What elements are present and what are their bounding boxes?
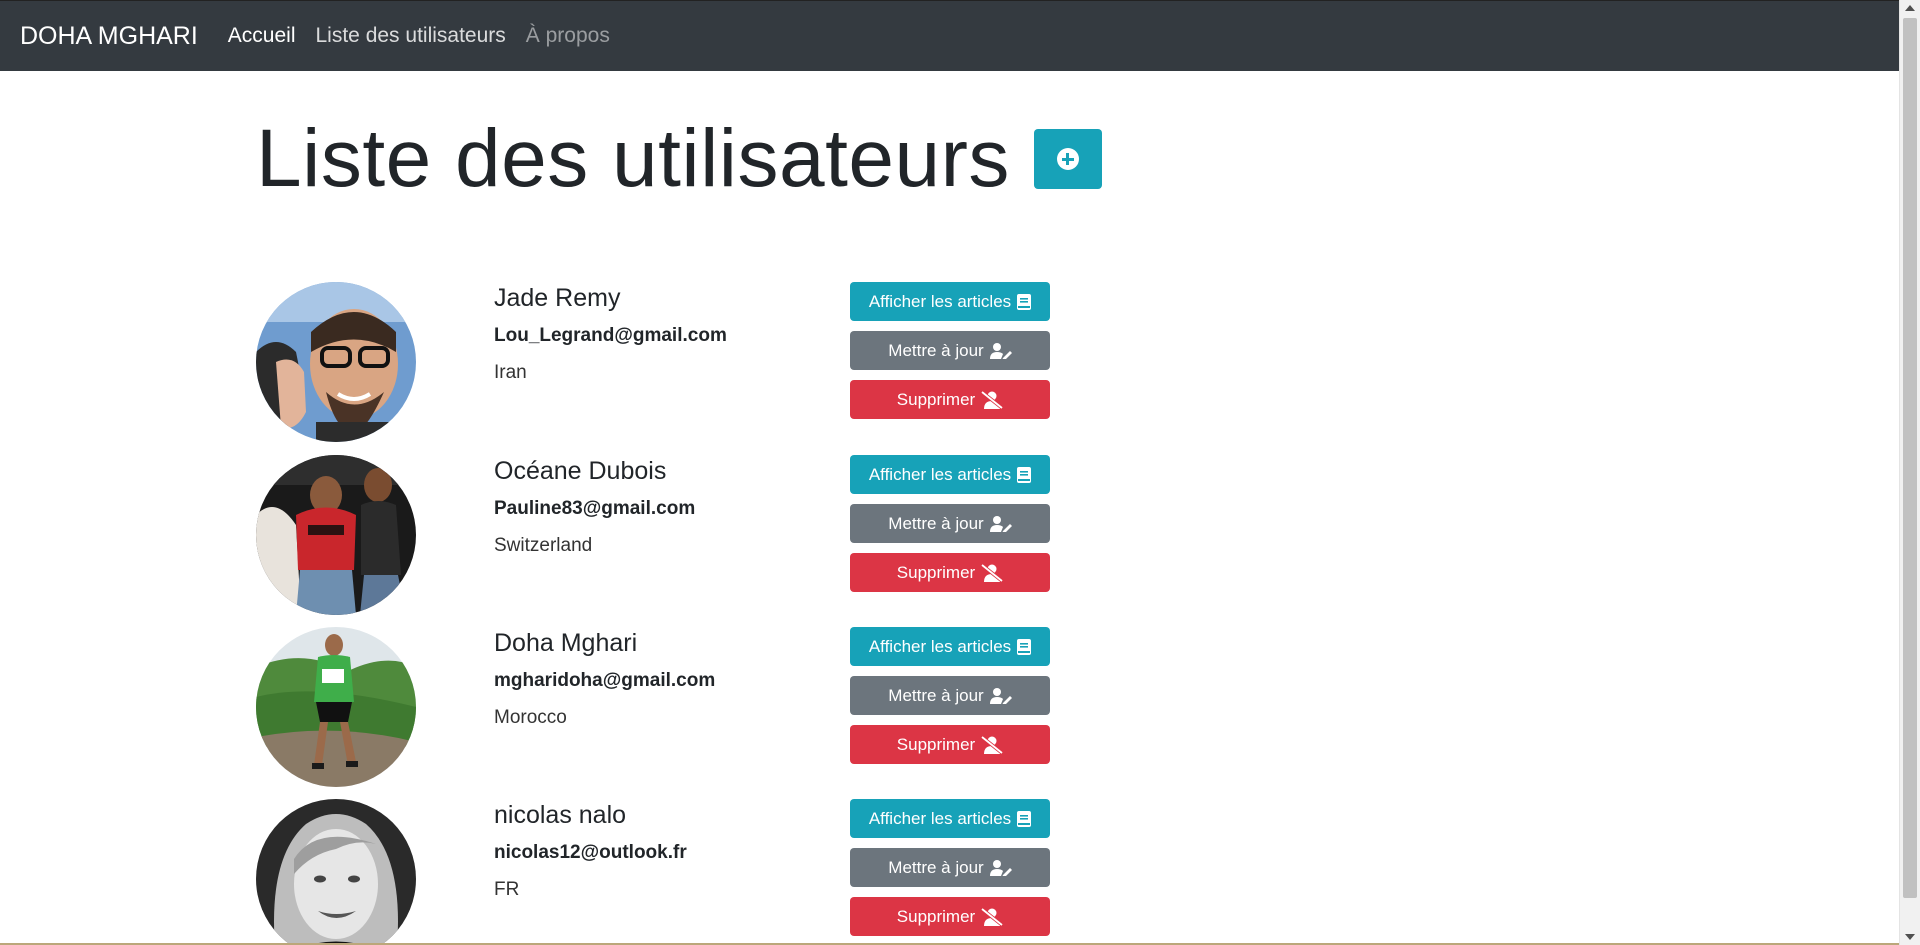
brand-link[interactable]: DOHA MGHARI — [20, 22, 198, 51]
user-name: nicolas nalo — [494, 801, 627, 829]
user-slash-icon — [981, 390, 1004, 409]
user-edit-icon — [989, 687, 1012, 704]
user-info: Océane Dubois Pauline83@gmail.com Switze… — [494, 455, 695, 557]
user-email: nicolas12@outlook.fr — [494, 842, 687, 863]
user-email: mgharidoha@gmail.com — [494, 670, 716, 691]
update-user-button[interactable]: Mettre à jour — [850, 676, 1050, 715]
user-actions: Afficher les articles Mettre à jour Supp… — [850, 282, 1050, 429]
delete-user-button[interactable]: Supprimer — [850, 897, 1050, 936]
vertical-scrollbar[interactable] — [1899, 0, 1920, 945]
user-country: Switzerland — [494, 535, 593, 556]
update-user-label: Mettre à jour — [888, 685, 984, 705]
show-articles-button[interactable]: Afficher les articles — [850, 627, 1050, 666]
page-title: Liste des utilisateurs — [256, 113, 1010, 204]
user-edit-icon — [989, 859, 1012, 876]
update-user-label: Mettre à jour — [888, 513, 984, 533]
delete-user-label: Supprimer — [896, 906, 976, 926]
avatar — [256, 627, 416, 787]
page: DOHA MGHARI Accueil Liste des utilisateu… — [0, 0, 1920, 945]
show-articles-label: Afficher les articles — [868, 291, 1012, 311]
scroll-thumb[interactable] — [1903, 18, 1917, 898]
scroll-up-arrow-icon[interactable] — [1905, 5, 1915, 11]
user-info: Doha Mghari mgharidoha@gmail.com Morocco — [494, 627, 715, 729]
user-slash-icon — [981, 907, 1004, 926]
user-slash-icon — [981, 563, 1004, 582]
book-icon — [1017, 638, 1032, 655]
show-articles-label: Afficher les articles — [868, 464, 1012, 484]
book-icon — [1017, 810, 1032, 827]
update-user-label: Mettre à jour — [888, 340, 984, 360]
user-info: nicolas nalo nicolas12@outlook.fr FR — [494, 799, 687, 901]
user-country: FR — [494, 879, 520, 900]
user-country: Morocco — [494, 707, 567, 728]
avatar — [256, 282, 416, 442]
delete-user-label: Supprimer — [896, 389, 976, 409]
show-articles-button[interactable]: Afficher les articles — [850, 282, 1050, 321]
update-user-button[interactable]: Mettre à jour — [850, 504, 1050, 543]
avatar — [256, 455, 416, 615]
user-name: Jade Remy — [494, 284, 621, 312]
delete-user-button[interactable]: Supprimer — [850, 553, 1050, 592]
navbar: DOHA MGHARI Accueil Liste des utilisateu… — [0, 0, 1899, 71]
title-row: Liste des utilisateurs — [256, 118, 1102, 200]
user-name: Doha Mghari — [494, 629, 638, 657]
update-user-label: Mettre à jour — [888, 857, 984, 877]
delete-user-button[interactable]: Supprimer — [850, 725, 1050, 764]
show-articles-label: Afficher les articles — [868, 636, 1012, 656]
user-actions: Afficher les articles Mettre à jour Supp… — [850, 627, 1050, 774]
user-card: Jade Remy Lou_Legrand@gmail.com Iran Aff… — [256, 282, 1056, 454]
show-articles-button[interactable]: Afficher les articles — [850, 455, 1050, 494]
user-card: Doha Mghari mgharidoha@gmail.com Morocco… — [256, 627, 1056, 799]
update-user-button[interactable]: Mettre à jour — [850, 848, 1050, 887]
book-icon — [1017, 293, 1032, 310]
user-name: Océane Dubois — [494, 457, 667, 485]
user-email: Pauline83@gmail.com — [494, 498, 696, 519]
user-slash-icon — [981, 735, 1004, 754]
user-card: Océane Dubois Pauline83@gmail.com Switze… — [256, 455, 1056, 627]
scroll-down-arrow-icon[interactable] — [1905, 934, 1915, 940]
book-icon — [1017, 466, 1032, 483]
show-articles-button[interactable]: Afficher les articles — [850, 799, 1050, 838]
delete-user-label: Supprimer — [896, 734, 976, 754]
user-edit-icon — [989, 515, 1012, 532]
user-info: Jade Remy Lou_Legrand@gmail.com Iran — [494, 282, 727, 384]
avatar — [256, 799, 416, 945]
user-actions: Afficher les articles Mettre à jour Supp… — [850, 799, 1050, 945]
delete-user-button[interactable]: Supprimer — [850, 380, 1050, 419]
plus-circle-icon — [1056, 148, 1079, 170]
add-user-button[interactable] — [1033, 129, 1102, 189]
update-user-button[interactable]: Mettre à jour — [850, 331, 1050, 370]
show-articles-label: Afficher les articles — [868, 808, 1012, 828]
user-email: Lou_Legrand@gmail.com — [494, 325, 727, 346]
nav-link-users[interactable]: Liste des utilisateurs — [316, 24, 506, 48]
user-card: nicolas nalo nicolas12@outlook.fr FR Aff… — [256, 799, 1056, 945]
delete-user-label: Supprimer — [896, 562, 976, 582]
nav-link-accueil[interactable]: Accueil — [228, 24, 296, 48]
user-actions: Afficher les articles Mettre à jour Supp… — [850, 455, 1050, 602]
nav-link-about[interactable]: À propos — [526, 24, 610, 48]
user-edit-icon — [989, 342, 1012, 359]
user-country: Iran — [494, 362, 527, 383]
